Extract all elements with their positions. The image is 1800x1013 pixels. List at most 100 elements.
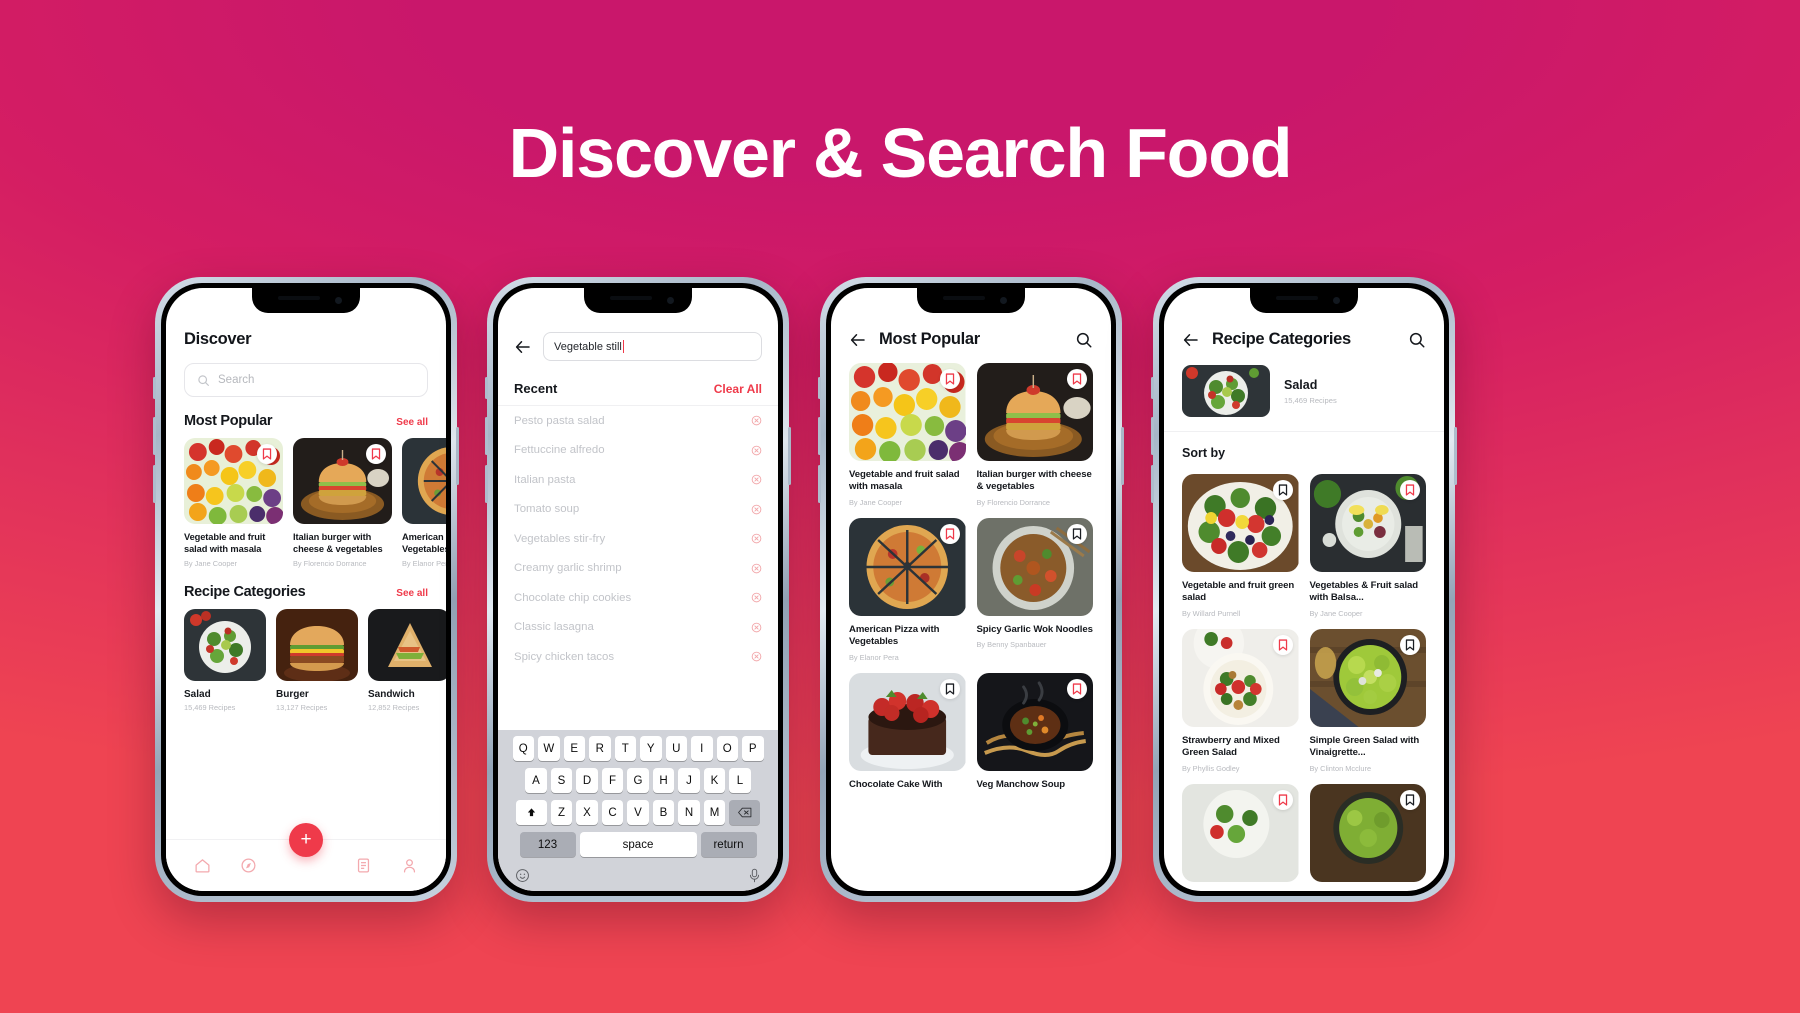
key-z[interactable]: Z bbox=[550, 800, 573, 825]
selected-category-row[interactable]: Salad 15,469 Recipes bbox=[1164, 365, 1444, 432]
recipe-card[interactable] bbox=[1182, 783, 1299, 890]
mic-icon[interactable] bbox=[748, 868, 761, 883]
numbers-key[interactable]: 123 bbox=[519, 832, 576, 857]
list-icon[interactable] bbox=[355, 857, 372, 874]
recipe-card[interactable]: Vegetable and fruit salad with masala By… bbox=[184, 438, 283, 568]
recent-item[interactable]: Chocolate chip cookies bbox=[498, 583, 778, 613]
key-q[interactable]: Q bbox=[512, 736, 534, 761]
bookmark-button[interactable] bbox=[1067, 369, 1087, 389]
recent-item[interactable]: Italian pasta bbox=[498, 465, 778, 495]
recipe-card[interactable]: American Pizza with Vegetables By Elanor… bbox=[849, 517, 966, 662]
recipe-card[interactable]: Vegetable and fruit green salad By Willa… bbox=[1182, 474, 1299, 618]
recent-item[interactable]: Classic lasagna bbox=[498, 613, 778, 643]
recipe-card[interactable]: Chocolate Cake With bbox=[849, 672, 966, 795]
recipe-card[interactable]: Italian burger with cheese & vegetables … bbox=[293, 438, 392, 568]
key-b[interactable]: B bbox=[652, 800, 675, 825]
bookmark-button[interactable] bbox=[257, 444, 277, 464]
bookmark-button[interactable] bbox=[1067, 523, 1087, 544]
key-m[interactable]: M bbox=[703, 800, 726, 825]
bookmark-button[interactable] bbox=[1067, 678, 1087, 699]
see-all-most-popular[interactable]: See all bbox=[396, 417, 428, 428]
key-r[interactable]: R bbox=[589, 736, 611, 761]
recent-item[interactable]: Creamy garlic shrimp bbox=[498, 554, 778, 584]
remove-icon[interactable] bbox=[751, 651, 762, 662]
key-n[interactable]: N bbox=[678, 800, 700, 825]
see-all-recipe-categories[interactable]: See all bbox=[396, 588, 428, 599]
key-p[interactable]: P bbox=[742, 736, 764, 761]
clear-all-button[interactable]: Clear All bbox=[714, 382, 762, 396]
remove-icon[interactable] bbox=[751, 415, 762, 426]
key-d[interactable]: D bbox=[576, 768, 598, 793]
bookmark-button[interactable] bbox=[1400, 634, 1420, 655]
key-f[interactable]: F bbox=[601, 768, 624, 793]
key-c[interactable]: C bbox=[601, 800, 624, 825]
recipe-card[interactable]: American Pizza with Vegetables By Elanor… bbox=[402, 438, 446, 568]
key-y[interactable]: Y bbox=[640, 736, 662, 761]
backspace-key[interactable] bbox=[729, 800, 761, 825]
bookmark-button[interactable] bbox=[939, 369, 960, 389]
key-t[interactable]: T bbox=[614, 736, 636, 761]
categories-carousel[interactable]: Salad 15,469 Recipes Burger 13,127 Recip… bbox=[166, 609, 446, 712]
bookmark-button[interactable] bbox=[1272, 634, 1293, 655]
bookmark-button[interactable] bbox=[1400, 480, 1420, 500]
recipe-card[interactable]: Spicy Garlic Wok Noodles By Benny Spanba… bbox=[976, 517, 1093, 662]
remove-icon[interactable] bbox=[751, 474, 762, 485]
home-icon[interactable] bbox=[194, 857, 211, 874]
search-icon[interactable] bbox=[1075, 331, 1093, 349]
recipe-card[interactable]: Strawberry and Mixed Green Salad By Phyl… bbox=[1182, 628, 1299, 773]
recipe-card[interactable]: Simple Green Salad with Vinaigrette... B… bbox=[1309, 628, 1426, 773]
key-x[interactable]: X bbox=[576, 800, 598, 825]
space-key[interactable]: space bbox=[579, 832, 697, 857]
recipe-card[interactable]: Vegetable and fruit salad with masala By… bbox=[849, 363, 966, 507]
recipe-card[interactable] bbox=[1309, 783, 1426, 890]
remove-icon[interactable] bbox=[751, 504, 762, 515]
compass-icon[interactable] bbox=[240, 857, 257, 874]
bookmark-button[interactable] bbox=[1400, 789, 1420, 810]
key-h[interactable]: H bbox=[652, 768, 675, 793]
person-icon[interactable] bbox=[401, 857, 418, 874]
recent-item[interactable]: Pesto pasta salad bbox=[498, 406, 778, 436]
recipe-card[interactable]: Italian burger with cheese & vegetables … bbox=[976, 363, 1093, 507]
on-screen-keyboard[interactable]: Q W E R T Y U I O P A S D F G H J K L Z … bbox=[498, 730, 778, 891]
bookmark-button[interactable] bbox=[939, 678, 960, 699]
add-recipe-button[interactable]: + bbox=[289, 823, 323, 857]
search-input[interactable]: Search bbox=[184, 363, 428, 397]
remove-icon[interactable] bbox=[751, 622, 762, 633]
category-card[interactable]: Burger 13,127 Recipes bbox=[276, 609, 358, 712]
remove-icon[interactable] bbox=[751, 533, 762, 544]
key-j[interactable]: J bbox=[678, 768, 700, 793]
back-arrow-icon[interactable] bbox=[849, 331, 867, 349]
search-icon[interactable] bbox=[1408, 331, 1426, 349]
sort-by-label[interactable]: Sort by bbox=[1164, 446, 1444, 460]
key-u[interactable]: U bbox=[665, 736, 687, 761]
key-e[interactable]: E bbox=[563, 736, 585, 761]
key-a[interactable]: A bbox=[525, 768, 547, 793]
category-card[interactable]: Sandwich 12,852 Recipes bbox=[368, 609, 446, 712]
recent-item[interactable]: Tomato soup bbox=[498, 495, 778, 525]
return-key[interactable]: return bbox=[700, 832, 757, 857]
recipe-card[interactable]: Veg Manchow Soup bbox=[976, 672, 1093, 795]
key-k[interactable]: K bbox=[703, 768, 726, 793]
recent-item[interactable]: Spicy chicken tacos bbox=[498, 642, 778, 672]
key-i[interactable]: I bbox=[691, 736, 713, 761]
recent-item[interactable]: Fettuccine alfredo bbox=[498, 436, 778, 466]
category-card[interactable]: Salad 15,469 Recipes bbox=[184, 609, 266, 712]
bookmark-button[interactable] bbox=[366, 444, 386, 464]
search-input[interactable]: Vegetable still bbox=[543, 332, 762, 361]
key-g[interactable]: G bbox=[627, 768, 649, 793]
emoji-icon[interactable] bbox=[515, 868, 530, 883]
key-l[interactable]: L bbox=[729, 768, 751, 793]
key-w[interactable]: W bbox=[538, 736, 560, 761]
back-arrow-icon[interactable] bbox=[514, 338, 532, 356]
remove-icon[interactable] bbox=[751, 563, 762, 574]
most-popular-carousel[interactable]: Vegetable and fruit salad with masala By… bbox=[166, 438, 446, 568]
bookmark-button[interactable] bbox=[1272, 789, 1293, 810]
bookmark-button[interactable] bbox=[1272, 480, 1293, 500]
recent-item[interactable]: Vegetables stir-fry bbox=[498, 524, 778, 554]
back-arrow-icon[interactable] bbox=[1182, 331, 1200, 349]
remove-icon[interactable] bbox=[751, 445, 762, 456]
recipe-card[interactable]: Vegetables & Fruit salad with Balsa... B… bbox=[1309, 474, 1426, 618]
shift-key[interactable] bbox=[515, 800, 547, 825]
remove-icon[interactable] bbox=[751, 592, 762, 603]
key-s[interactable]: S bbox=[550, 768, 573, 793]
